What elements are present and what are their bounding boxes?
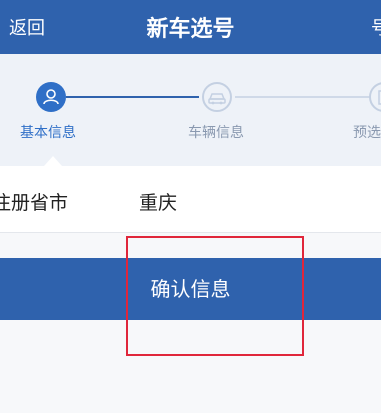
province-row[interactable]: 注册省市 重庆 [0,166,381,233]
car-icon [208,93,226,105]
step-vehicle-info-label: 车辆信息 [188,125,244,141]
province-value[interactable]: 重庆 [139,188,177,215]
step-vehicle-info-circle [202,82,232,112]
document-icon [378,90,381,105]
page-title: 新车选号 [146,17,235,42]
active-step-pointer [44,156,62,166]
header-right-button[interactable]: 号 [371,14,381,40]
step-basic-info-circle [36,82,66,112]
confirm-info-button[interactable]: 确认信息 [0,258,381,320]
step-preselect-label: 预选 [353,125,381,141]
step-preselect-circle [369,82,381,112]
step-basic-info-label: 基本信息 [20,125,76,141]
progress-steps: 基本信息 车辆信息 预选 [0,54,381,166]
user-icon [43,89,59,105]
step-connector-completed [66,96,199,98]
app-header: 返回 新车选号 号 [0,0,381,54]
province-label: 注册省市 [0,192,69,214]
step-connector-pending [235,96,381,98]
